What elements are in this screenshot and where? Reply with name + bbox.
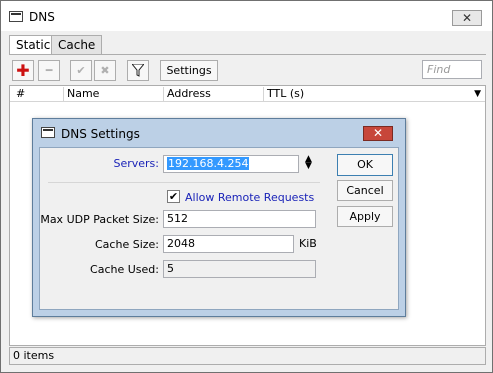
dialog-body: Servers: 192.168.4.254 ▲ ▼ ✔ Allow Remote… <box>39 147 399 310</box>
dialog-close-button[interactable]: ✕ <box>363 126 393 141</box>
column-header-ttl[interactable]: TTL (s) <box>263 87 453 101</box>
window-titlebar: DNS ✕ <box>1 1 492 31</box>
ok-button[interactable]: OK <box>337 154 393 176</box>
plus-icon: ✚ <box>16 61 30 80</box>
remove-button[interactable]: ━ <box>38 60 60 81</box>
filter-button[interactable] <box>127 60 149 81</box>
divider <box>48 182 320 183</box>
table-header: # Name Address TTL (s) ▼ <box>10 86 485 102</box>
window-close-button[interactable]: ✕ <box>452 10 482 26</box>
find-input[interactable]: Find <box>422 60 482 79</box>
add-button[interactable]: ✚ <box>12 60 34 81</box>
window-title: DNS <box>29 10 55 24</box>
cache-size-label: Cache Size: <box>95 238 159 251</box>
toolbar: ✚ ━ ✔ ✖ Settings Find <box>9 54 486 85</box>
column-chooser-icon[interactable]: ▼ <box>474 89 481 99</box>
apply-button[interactable]: Apply <box>337 206 393 227</box>
check-icon: ✔ <box>76 64 86 77</box>
dialog-title: DNS Settings <box>61 127 140 141</box>
cross-icon: ✖ <box>100 64 110 77</box>
settings-button[interactable]: Settings <box>160 60 218 81</box>
dns-settings-dialog: DNS Settings ✕ Servers: 192.168.4.254 ▲ ▼… <box>32 118 406 317</box>
tab-cache[interactable]: Cache <box>51 35 103 55</box>
servers-value: 192.168.4.254 <box>167 157 250 170</box>
status-bar: 0 items <box>9 347 486 365</box>
allow-remote-label: Allow Remote Requests <box>185 191 315 204</box>
disable-button[interactable]: ✖ <box>94 60 116 81</box>
window-icon <box>9 11 23 22</box>
minus-icon: ━ <box>45 64 53 77</box>
cancel-button[interactable]: Cancel <box>337 180 393 201</box>
cache-size-field[interactable]: 2048 <box>163 235 294 253</box>
column-header-number[interactable]: # <box>13 87 63 101</box>
allow-remote-checkbox[interactable]: ✔ <box>167 190 180 203</box>
enable-button[interactable]: ✔ <box>70 60 92 81</box>
filter-icon <box>130 63 146 77</box>
cache-used-label: Cache Used: <box>90 263 159 276</box>
column-header-address[interactable]: Address <box>163 87 263 101</box>
dialog-window-icon <box>41 127 55 138</box>
servers-spin-icon[interactable]: ▲ ▼ <box>305 155 312 171</box>
max-udp-field[interactable]: 512 <box>163 210 316 228</box>
max-udp-label: Max UDP Packet Size: <box>40 213 159 226</box>
cache-used-field: 5 <box>163 260 316 278</box>
servers-label: Servers: <box>113 157 159 170</box>
servers-field[interactable]: 192.168.4.254 <box>163 155 299 173</box>
column-header-name[interactable]: Name <box>63 87 163 101</box>
cache-size-unit: KiB <box>299 237 317 250</box>
